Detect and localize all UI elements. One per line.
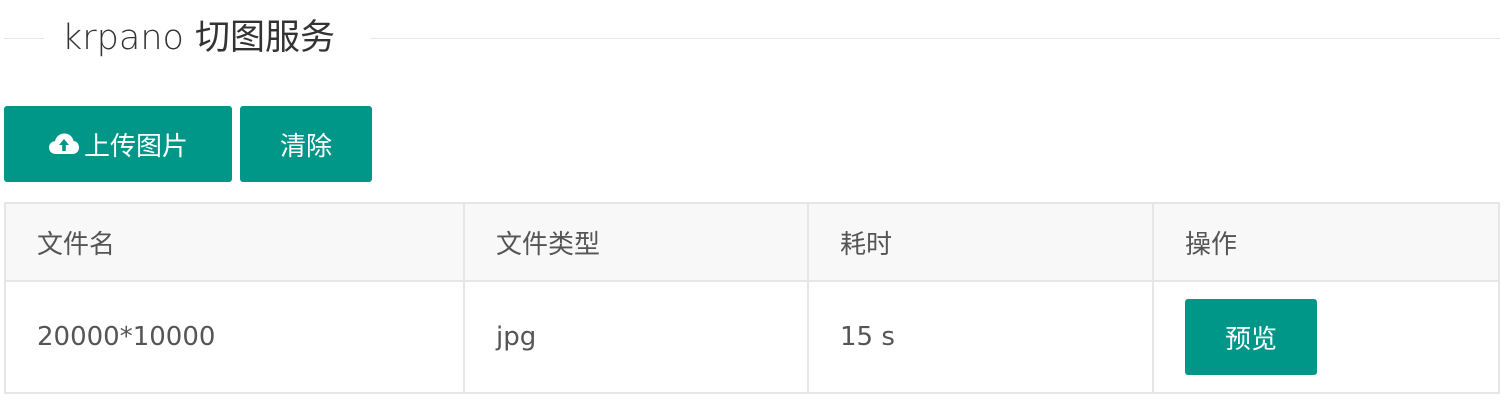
cloud-upload-icon [48, 132, 80, 156]
upload-button-label: 上传图片 [83, 131, 188, 162]
cell-file-name: 20000*10000 [4, 280, 465, 394]
table-row: 20000*10000 jpg 15 s 预览 [4, 280, 1500, 394]
table-header-row: 文件名 文件类型 耗时 操作 [4, 202, 1500, 282]
preview-button-label: 预览 [1224, 324, 1277, 355]
section-header: krpano 切图服务 [0, 0, 1500, 78]
column-header-duration: 耗时 [807, 202, 1154, 282]
page-title: krpano 切图服务 [62, 18, 336, 58]
cell-file-type: jpg [463, 280, 809, 394]
clear-button[interactable]: 清除 [240, 106, 372, 182]
column-header-file-type: 文件类型 [463, 202, 809, 282]
divider-right [370, 38, 1500, 39]
cell-duration: 15 s [807, 280, 1154, 394]
column-header-actions: 操作 [1152, 202, 1500, 282]
preview-button[interactable]: 预览 [1185, 299, 1317, 375]
file-table: 文件名 文件类型 耗时 操作 20000*10000 jpg 15 s 预览 [4, 202, 1500, 394]
cell-actions: 预览 [1152, 280, 1500, 394]
divider-left [4, 38, 44, 39]
upload-image-button[interactable]: 上传图片 [4, 106, 232, 182]
clear-button-label: 清除 [279, 131, 332, 162]
column-header-file-name: 文件名 [4, 202, 465, 282]
page: krpano 切图服务 上传图片 清除 文件名 文件类型 耗时 操作 20000… [0, 0, 1504, 418]
